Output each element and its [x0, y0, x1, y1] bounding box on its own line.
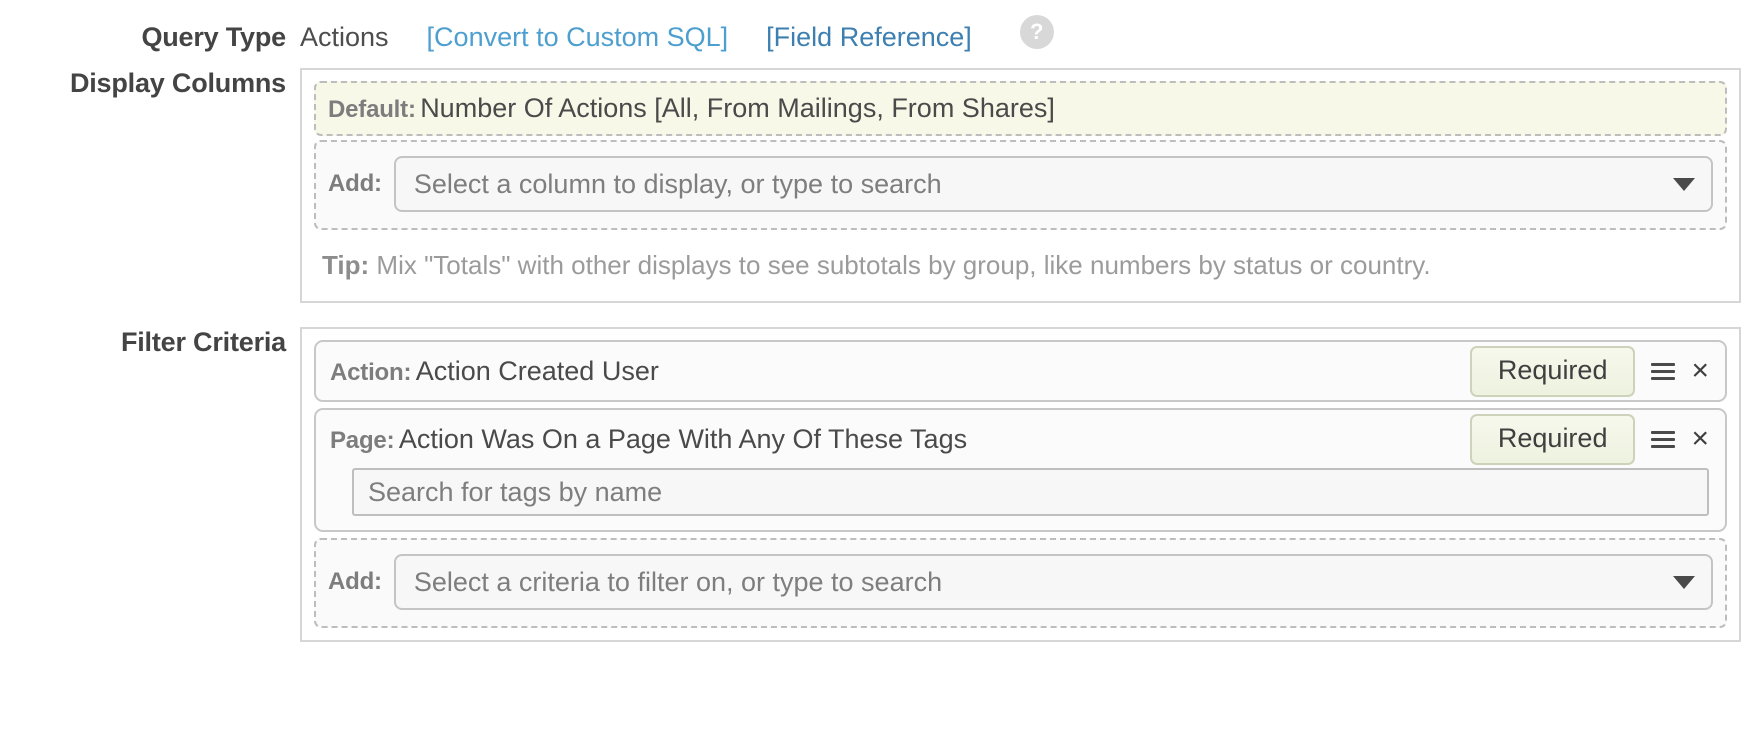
table-row[interactable]: Action: Action Created User Required × [314, 340, 1727, 402]
display-columns-label: Display Columns [0, 68, 300, 99]
default-value: Number Of Actions [All, From Mailings, F… [420, 93, 1055, 123]
filter-criteria-label: Filter Criteria [0, 327, 300, 358]
filter-criteria-add-prefix: Add: [328, 568, 382, 596]
query-builder-page: Query Type Actions [Convert to Custom SQ… [0, 0, 1750, 748]
filter-criteria-panel: Action: Action Created User Required × [300, 327, 1741, 642]
criteria-prefix: Page: [330, 427, 394, 454]
close-icon[interactable]: × [1691, 427, 1709, 451]
criteria-title: Page: Action Was On a Page With Any Of T… [330, 424, 1470, 455]
display-columns-default-box[interactable]: Default: Number Of Actions [All, From Ma… [314, 81, 1727, 136]
tip-text: Mix "Totals" with other displays to see … [376, 250, 1430, 280]
convert-to-custom-sql-link[interactable]: [Convert to Custom SQL] [427, 22, 729, 53]
filter-criteria-add-box: Add: Select a criteria to filter on, or … [314, 538, 1727, 628]
criteria-name: Action Was On a Page With Any Of These T… [399, 424, 967, 454]
criteria-prefix: Action: [330, 359, 411, 386]
chevron-down-icon [1673, 178, 1695, 191]
table-row[interactable]: Page: Action Was On a Page With Any Of T… [314, 408, 1727, 532]
display-columns-panel: Default: Number Of Actions [All, From Ma… [300, 68, 1741, 303]
chevron-down-icon [1673, 576, 1695, 589]
display-columns-tip: Tip: Mix "Totals" with other displays to… [314, 230, 1727, 289]
filter-criteria-row: Filter Criteria Action: Action Created U… [0, 327, 1750, 642]
tag-search-input[interactable] [352, 468, 1709, 516]
required-toggle-button[interactable]: Required [1470, 346, 1636, 397]
filter-criteria-add-select[interactable]: Select a criteria to filter on, or type … [394, 554, 1713, 610]
field-reference-link[interactable]: [Field Reference] [766, 22, 972, 53]
criteria-name: Action Created User [416, 356, 659, 386]
criteria-header: Action: Action Created User Required × [316, 342, 1725, 400]
criteria-body [316, 468, 1725, 530]
hamburger-icon[interactable] [1651, 431, 1675, 448]
filter-criteria-add-placeholder: Select a criteria to filter on, or type … [414, 567, 942, 598]
display-columns-add-placeholder: Select a column to display, or type to s… [414, 169, 942, 200]
criteria-header: Page: Action Was On a Page With Any Of T… [316, 410, 1725, 468]
display-columns-add-prefix: Add: [328, 170, 382, 198]
query-type-content: Actions [Convert to Custom SQL] [Field R… [300, 22, 1054, 56]
help-icon[interactable]: ? [1020, 15, 1054, 49]
query-type-label: Query Type [0, 22, 300, 53]
required-toggle-button[interactable]: Required [1470, 414, 1636, 465]
criteria-row-icons: × [1651, 427, 1715, 451]
tip-prefix: Tip: [322, 250, 369, 280]
display-columns-default-line: Default: Number Of Actions [All, From Ma… [328, 93, 1713, 124]
close-icon[interactable]: × [1691, 359, 1709, 383]
display-columns-add-box: Add: Select a column to display, or type… [314, 140, 1727, 230]
display-columns-row: Display Columns Default: Number Of Actio… [0, 68, 1750, 303]
display-columns-add-select[interactable]: Select a column to display, or type to s… [394, 156, 1713, 212]
default-prefix: Default: [328, 96, 416, 123]
criteria-row-icons: × [1651, 359, 1715, 383]
query-type-value: Actions [300, 22, 389, 53]
hamburger-icon[interactable] [1651, 363, 1675, 380]
query-type-row: Query Type Actions [Convert to Custom SQ… [0, 0, 1750, 56]
criteria-title: Action: Action Created User [330, 356, 1470, 387]
